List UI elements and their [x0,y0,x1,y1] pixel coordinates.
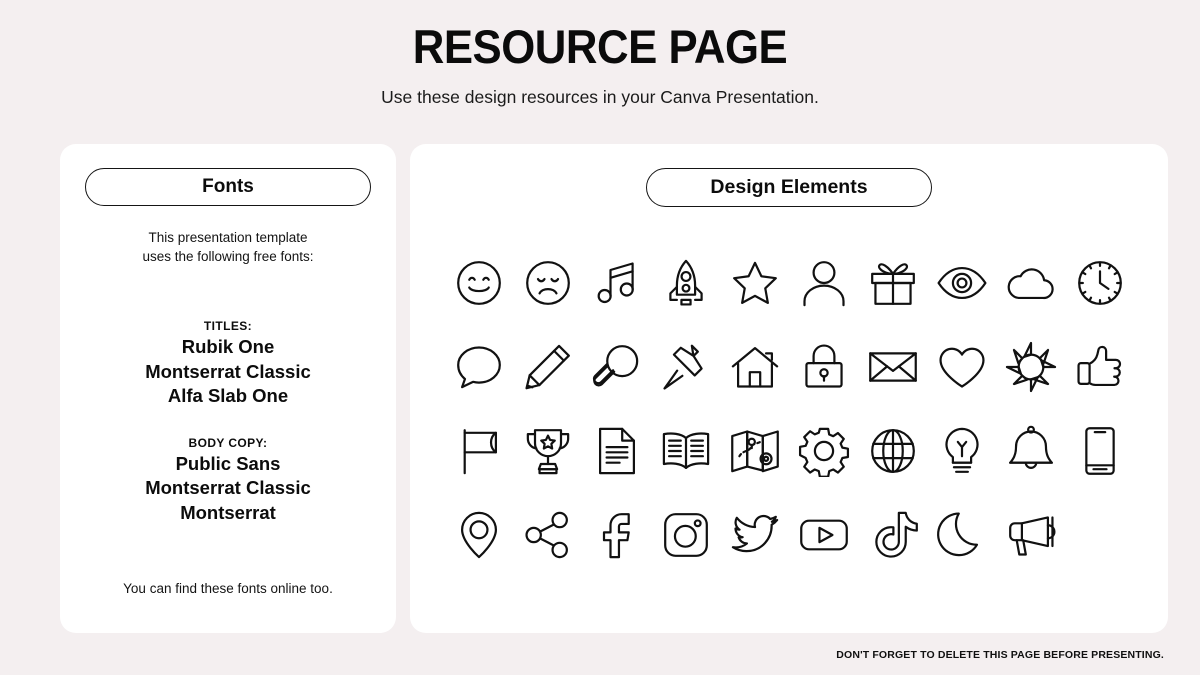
fonts-group-titles: TITLES: Rubik One Montserrat Classic Alf… [86,319,370,406]
youtube-icon[interactable] [798,509,850,561]
flag-icon[interactable] [453,425,505,477]
fonts-intro-line-1: This presentation template [148,230,308,245]
design-elements-panel: Design Elements [410,144,1168,633]
document-icon[interactable] [591,425,643,477]
panels-row: Fonts This presentation template uses th… [60,144,1168,633]
magnifier-icon[interactable] [591,341,643,393]
body-font-3: Montserrat [180,501,276,523]
page-subtitle: Use these design resources in your Canva… [381,87,819,108]
moon-icon[interactable] [936,509,988,561]
trophy-icon[interactable] [522,425,574,477]
speech-bubble-icon[interactable] [453,341,505,393]
body-font-2: Montserrat Classic [145,477,311,499]
lock-icon[interactable] [798,341,850,393]
pushpin-icon[interactable] [660,341,712,393]
share-icon[interactable] [522,509,574,561]
gear-icon[interactable] [798,425,850,477]
titles-label: TITLES: [203,319,253,334]
body-font-1: Public Sans [175,453,281,475]
smiley-face-icon[interactable] [453,257,505,309]
design-elements-pill-label: Design Elements [710,176,868,198]
fonts-panel: Fonts This presentation template uses th… [60,144,396,633]
user-icon[interactable] [798,257,850,309]
instagram-icon[interactable] [660,509,712,561]
pencil-icon[interactable] [522,341,574,393]
title-font-3: Alfa Slab One [167,384,289,406]
title-font-1: Rubik One [181,336,275,358]
sad-face-icon[interactable] [522,257,574,309]
envelope-icon[interactable] [867,341,919,393]
page-title: RESOURCE PAGE [412,20,788,73]
clock-icon[interactable] [1074,257,1126,309]
icon-grid [444,241,1134,577]
map-icon[interactable] [729,425,781,477]
twitter-icon[interactable] [729,509,781,561]
thumbs-up-icon[interactable] [1074,341,1126,393]
sun-icon[interactable] [1005,341,1057,393]
eye-icon[interactable] [936,257,988,309]
body-copy-label: BODY COPY: [188,436,268,451]
phone-icon[interactable] [1074,425,1126,477]
facebook-icon[interactable] [591,509,643,561]
title-font-2: Montserrat Classic [145,360,311,382]
slide-header: RESOURCE PAGE Use these design resources… [0,0,1200,108]
rocket-icon[interactable] [660,257,712,309]
open-book-icon[interactable] [660,425,712,477]
fonts-footnote: You can find these fonts online too. [123,580,333,596]
tiktok-icon[interactable] [867,509,919,561]
footer-warning-note: DON'T FORGET TO DELETE THIS PAGE BEFORE … [836,649,1164,661]
cloud-icon[interactable] [1005,257,1057,309]
megaphone-icon[interactable] [1005,509,1057,561]
design-elements-pill-header[interactable]: Design Elements [646,168,932,207]
fonts-group-body: BODY COPY: Public Sans Montserrat Classi… [86,436,370,523]
fonts-pill-header[interactable]: Fonts [85,168,371,206]
bell-icon[interactable] [1005,425,1057,477]
house-icon[interactable] [729,341,781,393]
globe-icon[interactable] [867,425,919,477]
lightbulb-icon[interactable] [936,425,988,477]
location-pin-icon[interactable] [453,509,505,561]
gift-icon[interactable] [867,257,919,309]
fonts-panel-body: This presentation template uses the foll… [60,228,396,596]
fonts-pill-label: Fonts [202,176,254,197]
slide-canvas: RESOURCE PAGE Use these design resources… [0,0,1200,675]
music-note-icon[interactable] [591,257,643,309]
fonts-intro: This presentation template uses the foll… [86,228,370,266]
star-icon[interactable] [729,257,781,309]
heart-icon[interactable] [936,341,988,393]
fonts-intro-line-2: uses the following free fonts: [142,249,314,265]
